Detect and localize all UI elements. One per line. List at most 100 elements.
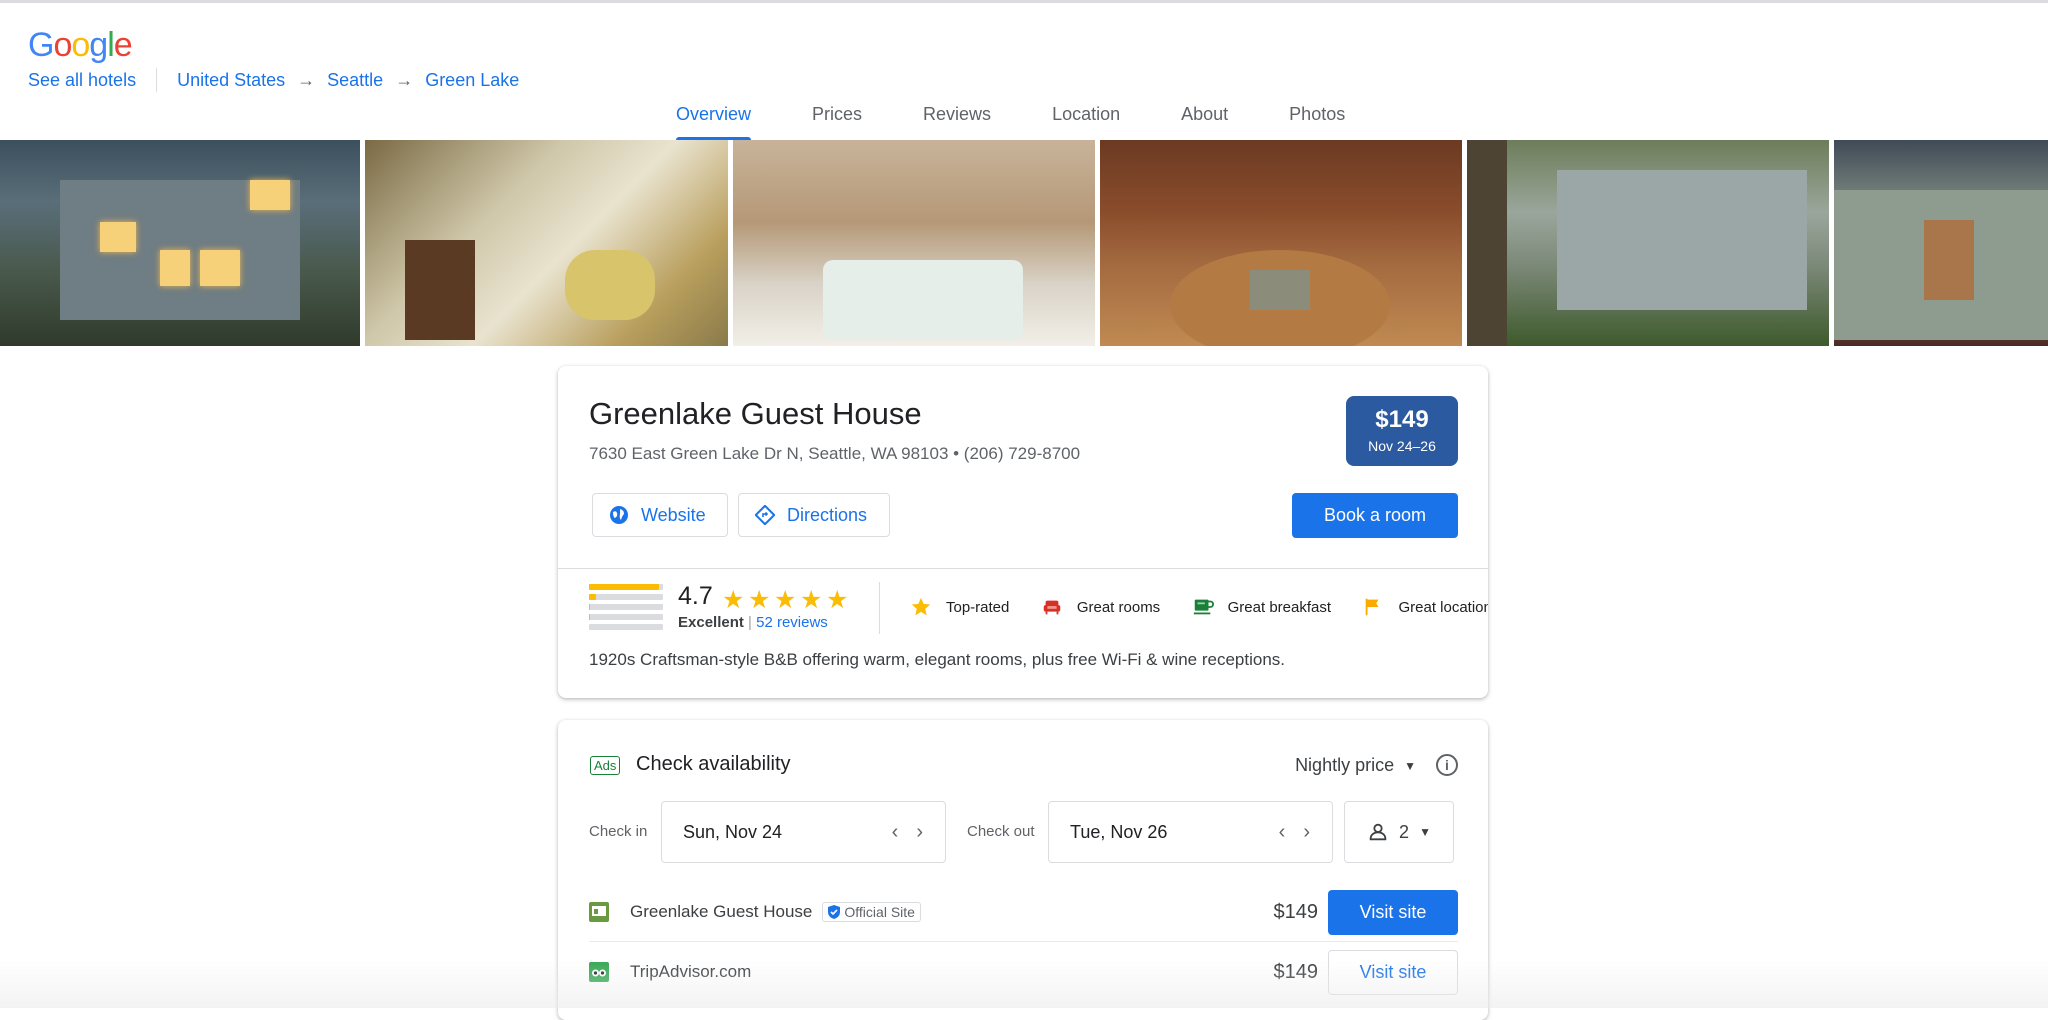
directions-button[interactable]: Directions: [738, 493, 890, 537]
caret-down-icon: ▼: [1404, 758, 1416, 773]
official-site-badge: Official Site: [822, 902, 921, 922]
amenity-great-rooms: Great rooms: [1041, 596, 1160, 618]
globe-icon: [610, 506, 628, 524]
visit-site-button[interactable]: Visit site: [1328, 949, 1458, 995]
nightly-price-dropdown[interactable]: Nightly price ▼: [1295, 755, 1416, 776]
offer-price: $149: [1273, 960, 1319, 983]
tab-photos[interactable]: Photos: [1289, 104, 1345, 140]
rating-bar: [589, 604, 663, 610]
offer-row-official: Greenlake Guest House Official Site $149…: [589, 888, 1458, 936]
checkout-date-value: Tue, Nov 26: [1070, 821, 1168, 842]
tab-about[interactable]: About: [1181, 104, 1228, 140]
checkout-date-field[interactable]: Tue, Nov 26 ‹ ›: [1048, 801, 1333, 863]
logo-letter: e: [113, 26, 133, 64]
directions-label: Directions: [787, 504, 868, 525]
tripadvisor-icon: [589, 962, 609, 982]
hotel-overview-card: Greenlake Guest House 7630 East Green La…: [558, 366, 1488, 698]
official-site-label: Official Site: [844, 904, 915, 920]
offer-price: $149: [1273, 900, 1319, 923]
tab-location[interactable]: Location: [1052, 104, 1120, 140]
rating-bar: [589, 584, 663, 590]
ads-badge: Ads: [590, 756, 621, 775]
checkout-date-nav: ‹ ›: [1279, 821, 1310, 844]
directions-icon: [755, 505, 775, 525]
logo-letter: o: [53, 26, 72, 64]
breadcrumb-city-link[interactable]: Seattle: [327, 70, 383, 91]
info-icon[interactable]: i: [1436, 754, 1458, 776]
logo-letter: g: [89, 26, 108, 64]
photo-living-room[interactable]: [1100, 140, 1462, 346]
hotel-address: 7630 East Green Lake Dr N, Seattle, WA 9…: [589, 444, 1081, 463]
offer-provider-name[interactable]: Greenlake Guest House: [630, 902, 812, 922]
amenity-great-location: Great location: [1362, 596, 1488, 618]
tab-reviews[interactable]: Reviews: [923, 104, 991, 140]
checkin-date-nav: ‹ ›: [892, 821, 923, 844]
checkin-date-field[interactable]: Sun, Nov 24 ‹ ›: [661, 801, 946, 863]
checkin-label: Check in: [589, 823, 648, 840]
rating-separator: |: [743, 614, 757, 631]
rating-distribution-bars[interactable]: [589, 584, 663, 634]
star-icon: [910, 596, 932, 618]
offer-row-tripadvisor: TripAdvisor.com $149 Visit site: [589, 948, 1458, 996]
rating-summary: Excellent | 52 reviews: [678, 614, 828, 631]
breadcrumb-country-link[interactable]: United States: [177, 70, 285, 91]
top-border: [0, 0, 2048, 3]
book-room-button[interactable]: Book a room: [1292, 493, 1458, 538]
photo-bedroom[interactable]: [365, 140, 728, 346]
amenity-label: Great rooms: [1076, 598, 1161, 616]
shield-check-icon: [828, 905, 841, 919]
breadcrumb-neighborhood-link[interactable]: Green Lake: [425, 70, 519, 91]
tab-prices[interactable]: Prices: [812, 104, 862, 140]
star-icon: ★: [722, 586, 745, 614]
logo-letter: o: [71, 26, 90, 64]
website-button[interactable]: Website: [592, 493, 728, 537]
photo-bathroom-tub[interactable]: [733, 140, 1095, 346]
checkin-date-value: Sun, Nov 24: [683, 821, 783, 842]
amenity-label: Great breakfast: [1227, 598, 1332, 616]
amenity-top-rated: Top-rated: [910, 596, 1009, 618]
breadcrumb: See all hotels United States → Seattle →…: [28, 68, 519, 92]
chevron-right-icon[interactable]: ›: [1303, 821, 1310, 844]
guests-count: 2: [1399, 821, 1410, 842]
star-icon: ★: [800, 586, 823, 614]
price-amount: $149: [1375, 406, 1429, 433]
google-logo[interactable]: Google: [28, 26, 133, 65]
visit-site-button[interactable]: Visit site: [1328, 889, 1458, 935]
logo-letter: G: [28, 26, 54, 64]
chevron-left-icon[interactable]: ‹: [1279, 821, 1286, 844]
chevron-left-icon[interactable]: ‹: [892, 821, 899, 844]
photo-front-entrance[interactable]: [1834, 140, 2048, 346]
caret-down-icon: ▼: [1419, 825, 1431, 839]
photo-strip: [0, 140, 2048, 346]
person-icon: [1369, 823, 1387, 841]
chevron-right-icon[interactable]: ›: [916, 821, 923, 844]
guests-dropdown[interactable]: 2 ▼: [1344, 801, 1454, 863]
flag-icon: [1362, 596, 1384, 618]
tab-overview[interactable]: Overview: [676, 104, 752, 140]
reviews-link[interactable]: 52 reviews: [756, 614, 828, 631]
see-all-hotels-link[interactable]: See all hotels: [28, 70, 136, 91]
checkout-label: Check out: [967, 823, 1035, 840]
arrow-right-icon: →: [395, 69, 414, 90]
offer-provider-name[interactable]: TripAdvisor.com: [630, 962, 751, 982]
amenity-highlights: Top-rated Great rooms Great breakfast Gr…: [910, 596, 1488, 624]
rating-bar: [589, 624, 663, 630]
star-icon: ★: [826, 586, 849, 614]
availability-card: Ads Check availability Nightly price ▼ i…: [558, 720, 1488, 1020]
photo-house-exterior-day[interactable]: [1467, 140, 1829, 346]
breadcrumb-divider: [156, 68, 158, 92]
armchair-icon: [1041, 596, 1063, 618]
amenity-label: Top-rated: [946, 598, 1010, 616]
photo-house-exterior-evening[interactable]: [0, 140, 360, 346]
star-icon: ★: [774, 586, 797, 614]
rating-bar: [589, 614, 663, 620]
section-tabs: Overview Prices Reviews Location About P…: [676, 104, 1406, 140]
hotel-favicon-icon: [589, 902, 609, 922]
rating-score: 4.7: [678, 582, 713, 610]
arrow-right-icon: →: [297, 69, 316, 90]
amenity-great-breakfast: Great breakfast: [1192, 596, 1331, 618]
rating-word: Excellent: [678, 614, 744, 631]
price-badge[interactable]: $149 Nov 24–26: [1346, 396, 1458, 466]
hotel-description: 1920s Craftsman-style B&B offering warm,…: [589, 650, 1286, 669]
check-availability-title: Check availability: [636, 753, 791, 775]
